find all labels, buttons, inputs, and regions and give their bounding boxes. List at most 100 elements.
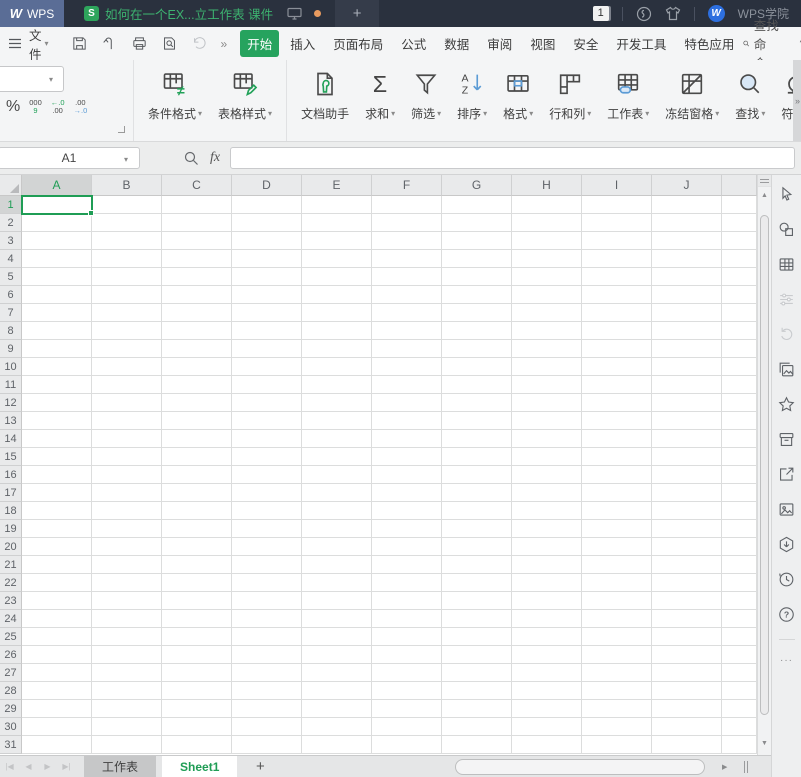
cell[interactable] <box>652 394 722 412</box>
cell[interactable] <box>22 646 92 664</box>
horizontal-split-handle[interactable] <box>744 761 748 773</box>
first-sheet-button[interactable]: |◀ <box>0 762 19 771</box>
cell[interactable] <box>92 358 162 376</box>
cell[interactable] <box>92 646 162 664</box>
cell[interactable] <box>162 718 232 736</box>
cell[interactable] <box>22 448 92 466</box>
cell[interactable] <box>22 304 92 322</box>
cell[interactable] <box>652 232 722 250</box>
scroll-right-icon[interactable]: ▶ <box>722 756 727 777</box>
cell[interactable] <box>442 610 512 628</box>
prev-sheet-button[interactable]: ◀ <box>19 762 38 771</box>
cell[interactable] <box>512 376 582 394</box>
cell[interactable] <box>92 520 162 538</box>
cell[interactable] <box>652 592 722 610</box>
decrease-decimal-button[interactable]: .00 →.0 <box>74 99 88 115</box>
cell[interactable] <box>512 340 582 358</box>
cell[interactable] <box>302 304 372 322</box>
cell[interactable] <box>92 340 162 358</box>
cell[interactable] <box>442 196 512 214</box>
cell[interactable] <box>582 736 652 754</box>
ribbon-tab-3[interactable]: 公式 <box>394 30 433 57</box>
cell[interactable] <box>652 466 722 484</box>
row-header-20[interactable]: 20 <box>0 538 22 556</box>
cell[interactable] <box>582 196 652 214</box>
file-menu[interactable]: 文件 <box>29 25 42 63</box>
cell[interactable] <box>22 610 92 628</box>
cell[interactable] <box>372 250 442 268</box>
cell[interactable] <box>302 736 372 754</box>
shapes-icon[interactable] <box>777 219 797 239</box>
insert-function-button[interactable]: fx <box>210 150 220 166</box>
cell[interactable] <box>652 718 722 736</box>
cell[interactable] <box>302 556 372 574</box>
cell[interactable] <box>372 340 442 358</box>
cell[interactable] <box>232 718 302 736</box>
cell[interactable] <box>652 682 722 700</box>
hamburger-icon[interactable] <box>8 38 22 49</box>
cell[interactable] <box>722 538 757 556</box>
cell[interactable] <box>162 232 232 250</box>
cell[interactable] <box>232 394 302 412</box>
refresh-arrow-icon[interactable] <box>777 324 797 344</box>
cell[interactable] <box>372 448 442 466</box>
rows-cols-button[interactable]: 行和列 ▾ <box>541 60 599 141</box>
cell[interactable] <box>372 286 442 304</box>
cell[interactable] <box>162 736 232 754</box>
cell[interactable] <box>162 394 232 412</box>
cell[interactable] <box>652 412 722 430</box>
chevron-down-icon[interactable]: ▾ <box>124 155 128 164</box>
cell[interactable] <box>162 682 232 700</box>
ribbon-tab-4[interactable]: 数据 <box>437 30 476 57</box>
cell[interactable] <box>22 538 92 556</box>
cell[interactable] <box>582 538 652 556</box>
row-header-8[interactable]: 8 <box>0 322 22 340</box>
cell[interactable] <box>232 646 302 664</box>
cell[interactable] <box>302 538 372 556</box>
cell[interactable] <box>302 466 372 484</box>
cell[interactable] <box>232 664 302 682</box>
cell[interactable] <box>652 268 722 286</box>
cell[interactable] <box>652 502 722 520</box>
history-clock-icon[interactable] <box>777 569 797 589</box>
cell[interactable] <box>442 322 512 340</box>
cell[interactable] <box>582 628 652 646</box>
cell[interactable] <box>582 340 652 358</box>
cell[interactable] <box>162 214 232 232</box>
row-header-31[interactable]: 31 <box>0 736 22 754</box>
cell[interactable] <box>162 592 232 610</box>
cell[interactable] <box>442 412 512 430</box>
cell[interactable] <box>652 628 722 646</box>
cell[interactable] <box>92 466 162 484</box>
cell[interactable] <box>442 538 512 556</box>
print-icon[interactable] <box>131 35 148 52</box>
cell[interactable] <box>442 664 512 682</box>
vertical-scroll-thumb[interactable] <box>760 215 769 715</box>
row-header-15[interactable]: 15 <box>0 448 22 466</box>
horizontal-scroll-thumb[interactable] <box>455 759 705 775</box>
monitor-icon[interactable] <box>287 7 302 20</box>
ribbon-tab-home[interactable]: 开始 <box>240 30 280 57</box>
cell[interactable] <box>232 322 302 340</box>
row-header-7[interactable]: 7 <box>0 304 22 322</box>
cell[interactable] <box>22 376 92 394</box>
cell[interactable] <box>302 322 372 340</box>
cell[interactable] <box>372 502 442 520</box>
cell[interactable] <box>232 304 302 322</box>
cell[interactable] <box>442 484 512 502</box>
cell[interactable] <box>92 502 162 520</box>
more-chevrons-icon[interactable]: » <box>221 37 228 51</box>
cell[interactable] <box>652 610 722 628</box>
cell[interactable] <box>162 268 232 286</box>
cell[interactable] <box>582 682 652 700</box>
cell[interactable] <box>652 376 722 394</box>
picture-icon[interactable] <box>777 499 797 519</box>
cell[interactable] <box>232 232 302 250</box>
cell[interactable] <box>582 394 652 412</box>
column-header-E[interactable]: E <box>302 175 372 196</box>
cell[interactable] <box>442 448 512 466</box>
percent-style-button[interactable]: % <box>6 98 20 116</box>
column-header-C[interactable]: C <box>162 175 232 196</box>
cell[interactable] <box>302 358 372 376</box>
wps-menu-button[interactable]: W WPS <box>0 0 64 27</box>
